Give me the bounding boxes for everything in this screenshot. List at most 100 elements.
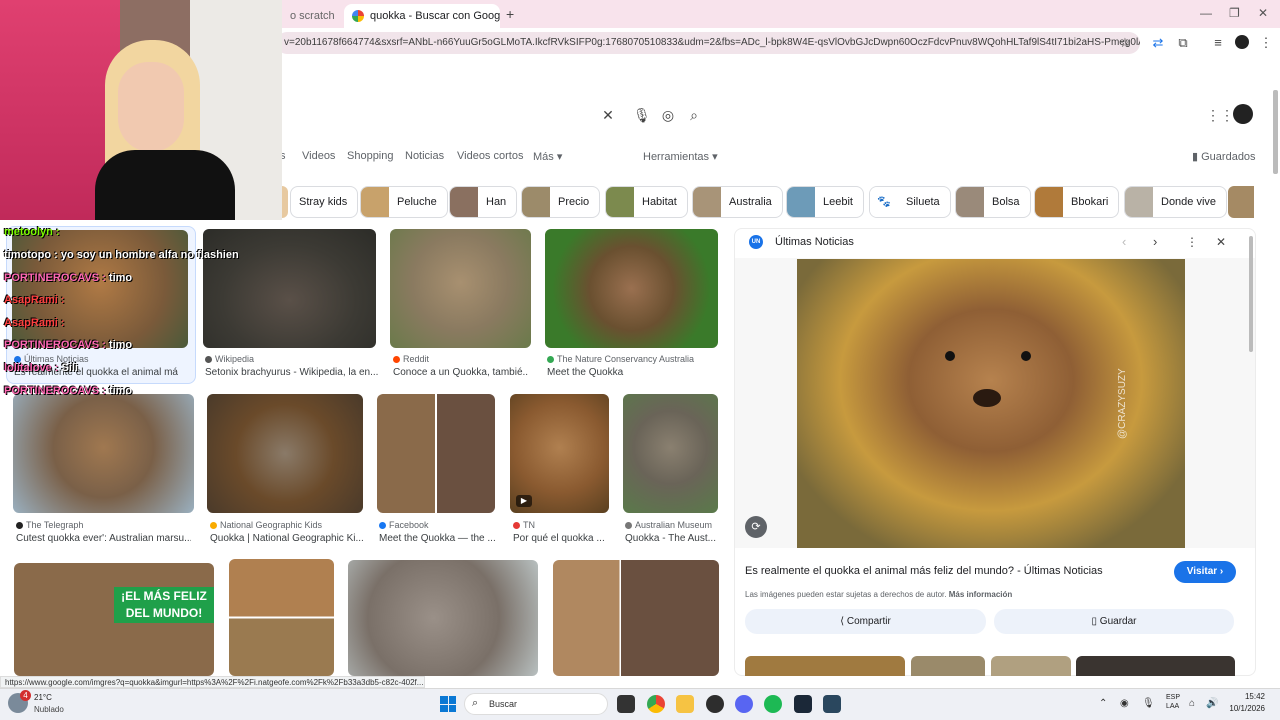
result-image[interactable] <box>377 394 495 513</box>
close-window-icon[interactable]: ✕ <box>1258 6 1268 20</box>
apps-grid-icon[interactable]: ⋮⋮ <box>1206 107 1234 124</box>
more-options-icon[interactable]: ⋮ <box>1186 235 1198 249</box>
result-image[interactable]: ▶ <box>510 394 609 513</box>
panel-title[interactable]: Es realmente el quokka el animal más fel… <box>745 565 1103 577</box>
related-image[interactable] <box>991 656 1071 676</box>
steam-icon[interactable] <box>794 695 812 713</box>
chip-habitat[interactable]: Habitat <box>605 186 688 218</box>
network-icon[interactable]: ⌂ <box>1189 698 1195 709</box>
preview-image[interactable]: @CRAZYSUZY <box>797 259 1185 548</box>
result-caption[interactable]: Conoce a un Quokka, tambié... <box>393 367 528 378</box>
minimize-icon[interactable]: — <box>1200 6 1212 20</box>
panel-source[interactable]: Últimas Noticias <box>775 236 854 248</box>
prev-icon[interactable]: ‹ <box>1122 234 1126 249</box>
result-caption[interactable]: Quokka - The Aust... <box>625 533 720 544</box>
tools-button[interactable]: Herramientas ▾ <box>643 150 718 163</box>
taskview-icon[interactable] <box>617 695 635 713</box>
result-image[interactable] <box>207 394 363 513</box>
result-image[interactable] <box>13 394 194 513</box>
chip-leebit[interactable]: Leebit <box>786 186 864 218</box>
clock-date[interactable]: 10/1/2026 <box>1225 704 1265 713</box>
result-image[interactable] <box>390 229 531 348</box>
result-image[interactable]: ¡EL MÁS FELIZ DEL MUNDO! <box>14 563 214 676</box>
restore-icon[interactable]: ❐ <box>1229 6 1240 20</box>
visit-button[interactable]: Visitar › <box>1174 561 1236 583</box>
close-panel-icon[interactable]: ✕ <box>1216 235 1226 249</box>
search-icon[interactable]: ⌕ <box>686 107 702 123</box>
chip-precio[interactable]: Precio <box>521 186 601 218</box>
result-image[interactable] <box>553 560 719 676</box>
chip-stray-kids[interactable]: Stray kids <box>290 186 359 218</box>
saved-button[interactable]: ▮ Guardados <box>1192 150 1256 163</box>
result-caption[interactable]: Quokka | National Geographic Ki... <box>210 533 365 544</box>
tab-shopping[interactable]: Shopping <box>347 150 394 162</box>
spotify-icon[interactable] <box>764 695 782 713</box>
related-image[interactable] <box>911 656 985 676</box>
page-scrollbar[interactable] <box>1273 90 1278 174</box>
result-image[interactable] <box>229 559 334 676</box>
menu-kebab-icon[interactable]: ⋮ <box>1258 35 1274 51</box>
tray-app-icon[interactable]: ◉ <box>1120 698 1129 709</box>
chip-peluche[interactable]: Peluche <box>360 186 448 218</box>
result-caption[interactable]: Setonix brachyurus - Wikipedia, la en... <box>205 367 380 378</box>
result-image[interactable] <box>12 230 188 348</box>
save-button[interactable]: ▯ Guardar <box>994 609 1234 634</box>
file-explorer-icon[interactable] <box>676 695 694 713</box>
star-icon[interactable]: ☆ <box>1117 35 1133 51</box>
result-banner-text: ¡EL MÁS FELIZ DEL MUNDO! <box>114 587 214 623</box>
extensions-icon[interactable]: ⧉ <box>1175 35 1191 51</box>
chip-donde-vive[interactable]: Donde vive <box>1124 186 1228 218</box>
chip-silueta[interactable]: 🐾 Silueta <box>869 186 951 218</box>
result-caption[interactable]: Por qué el quokka ... <box>513 533 613 544</box>
browser-tab-inactive[interactable]: o scratch ✕ <box>282 4 342 28</box>
related-image[interactable] <box>1076 656 1235 676</box>
chrome-icon[interactable] <box>647 695 665 713</box>
chip-australia[interactable]: Australia <box>692 186 783 218</box>
result-caption[interactable]: Cutest quokka ever': Australian marsu... <box>16 533 191 544</box>
media-icon[interactable]: ≡ <box>1210 35 1226 51</box>
tab-short-videos[interactable]: Videos cortos <box>457 150 523 162</box>
chat-message: AsapRami : <box>4 294 65 306</box>
tab-news[interactable]: Noticias <box>405 150 444 162</box>
chip-partial[interactable] <box>1228 186 1254 218</box>
volume-icon[interactable]: 🔊 <box>1206 698 1218 709</box>
address-bar[interactable]: v=20b11678f664774&sxsrf=ANbL-n66YuuGr5oG… <box>276 32 1140 54</box>
translate-icon[interactable]: ⇄ <box>1150 35 1166 51</box>
chip-bbokari[interactable]: Bbokari <box>1034 186 1120 218</box>
chip-bolsa[interactable]: Bolsa <box>955 186 1031 218</box>
taskbar-search[interactable]: Buscar <box>464 693 608 715</box>
next-icon[interactable]: › <box>1153 234 1157 249</box>
new-tab-icon[interactable]: + <box>506 6 514 22</box>
chip-partial[interactable] <box>282 186 288 218</box>
share-button[interactable]: ⟨ Compartir <box>745 609 986 634</box>
discord-icon[interactable] <box>735 695 753 713</box>
result-caption[interactable]: Meet the Quokka <box>547 367 722 378</box>
chip-han[interactable]: Han <box>449 186 518 218</box>
language-indicator[interactable]: ESP LAA <box>1166 693 1180 711</box>
result-image[interactable] <box>348 560 538 676</box>
result-image[interactable] <box>545 229 718 348</box>
clear-icon[interactable]: ✕ <box>600 107 616 123</box>
lens-icon[interactable]: ◎ <box>660 107 676 123</box>
tab-more[interactable]: Más ▾ <box>533 150 562 163</box>
microphone-icon[interactable]: 🎙 <box>633 107 651 123</box>
windows-start-icon[interactable] <box>440 696 456 712</box>
microphone-icon[interactable]: 🎙 <box>1142 698 1155 709</box>
account-avatar[interactable] <box>1233 104 1253 124</box>
streamer-shirt <box>95 150 235 220</box>
more-info-link[interactable]: Más información <box>949 590 1013 599</box>
obs-icon[interactable] <box>706 695 724 713</box>
result-image[interactable] <box>203 229 376 348</box>
related-image[interactable] <box>745 656 905 676</box>
close-icon[interactable]: ✕ <box>341 9 342 23</box>
result-image[interactable] <box>623 394 718 513</box>
tray-chevron-icon[interactable]: ⌃ <box>1099 698 1107 709</box>
lens-search-icon[interactable]: ⟳ <box>745 516 767 538</box>
panel-scrollbar[interactable] <box>1249 236 1253 352</box>
result-caption[interactable]: Meet the Quokka — the ... <box>379 533 497 544</box>
browser-tab-active[interactable]: quokka - Buscar con Google ✕ <box>344 4 500 28</box>
tab-videos[interactable]: Videos <box>302 150 335 162</box>
profile-avatar[interactable] <box>1235 35 1249 49</box>
clock-time[interactable]: 15:42 <box>1225 692 1265 701</box>
steam-app-icon[interactable] <box>823 695 841 713</box>
